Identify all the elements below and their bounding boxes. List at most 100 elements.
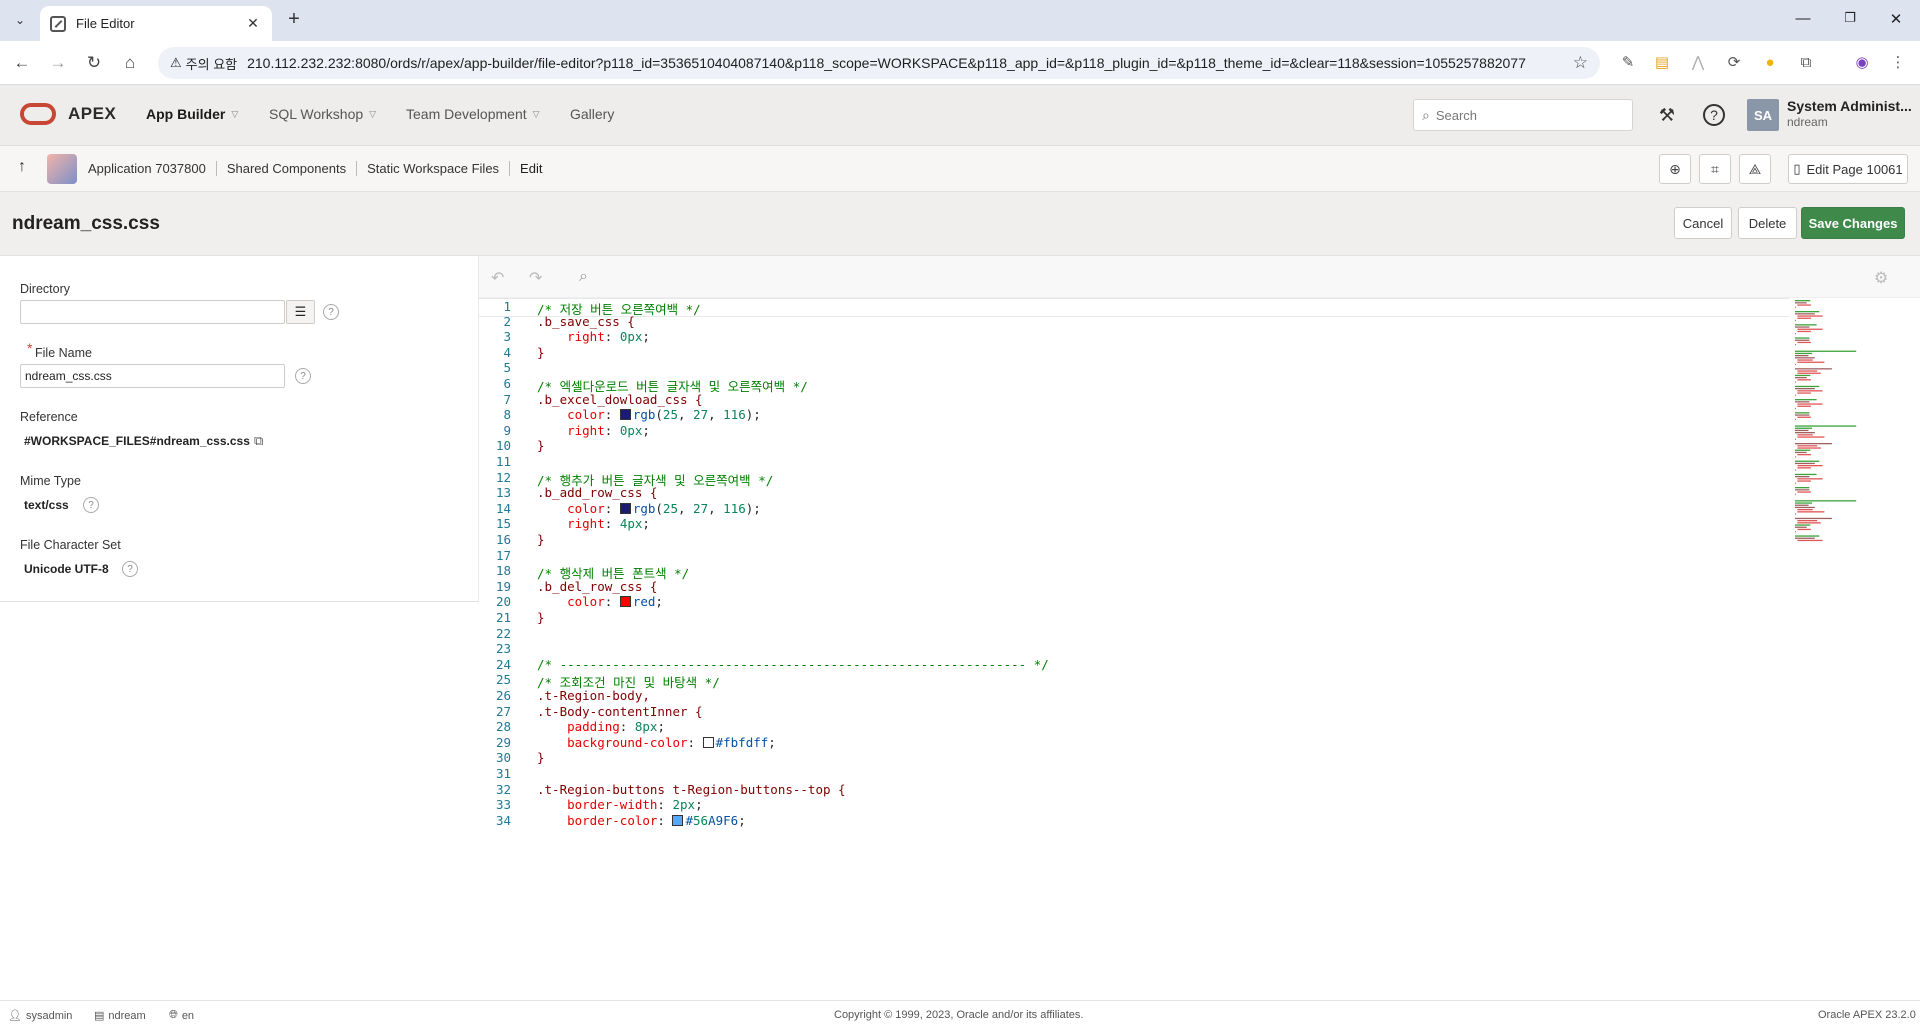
code-line[interactable]: 34 border-color: #56A9F6; [479,813,1789,832]
minimap-line [1795,489,1810,491]
browser-tab-file-editor[interactable]: File Editor ✕ [40,6,272,41]
tag-icon[interactable]: ⌗ [1699,154,1731,184]
breadcrumb-application[interactable]: Application 7037800 [88,161,216,176]
tab-search-chevron-icon[interactable]: ⌄ [8,8,32,32]
copy-icon[interactable]: ⧉ [254,433,263,449]
help-icon[interactable]: ? [295,368,311,384]
menu-gallery[interactable]: Gallery [570,106,614,122]
administration-wrench-icon[interactable]: ⚒ [1654,102,1680,128]
line-text[interactable]: .t-Body-contentInner { [537,704,703,719]
line-text[interactable]: color: red; [537,594,663,609]
close-tab-icon[interactable]: ✕ [244,15,262,32]
cancel-button[interactable]: Cancel [1674,207,1732,239]
url-text[interactable]: 210.112.232.232:8080/ords/r/apex/app-bui… [247,55,1573,71]
line-text[interactable]: .b_excel_dowload_css { [537,392,703,407]
search-box[interactable]: ⌕ [1413,99,1633,131]
user-menu[interactable]: System Administ... ndream [1787,98,1912,129]
minimap-line [1795,513,1796,515]
pen-extension-icon[interactable]: ✎ [1618,53,1638,73]
line-text[interactable]: } [537,438,545,453]
minimap-line [1795,524,1811,526]
line-text[interactable]: right: 0px; [537,329,650,344]
apex-logo-text[interactable]: APEX [68,104,116,124]
sync-extension-icon[interactable]: ⟳ [1724,53,1744,73]
menu-sql-workshop[interactable]: SQL Workshop ▽ [269,106,376,122]
avatar[interactable]: SA [1747,99,1779,131]
editor-minimap[interactable] [1793,298,1919,548]
close-window-icon[interactable]: ✕ [1886,10,1906,28]
back-arrow-icon[interactable]: ← [10,51,34,75]
tool-extension-icon[interactable]: ⋀ [1688,53,1708,73]
edit-page-button[interactable]: ▯ Edit Page 10061 [1788,154,1908,184]
line-text[interactable]: border-color: #56A9F6; [537,813,746,828]
browser-menu-icon[interactable]: ⋮ [1888,53,1908,73]
menu-label: SQL Workshop [269,106,364,122]
help-icon[interactable]: ? [83,497,99,513]
forward-arrow-icon[interactable]: → [46,51,70,75]
line-text[interactable]: } [537,345,545,360]
new-tab-plus-icon[interactable]: + [283,9,305,31]
footer-user[interactable]: 👤︎ sysadmin [8,1009,72,1023]
redo-icon[interactable]: ↷ [529,268,542,288]
delete-button[interactable]: Delete [1738,207,1797,239]
reload-icon[interactable]: ↻ [82,51,106,75]
profile-icon[interactable]: ◉ [1852,53,1872,73]
line-text[interactable]: } [537,610,545,625]
site-security-warning[interactable]: ⚠ 주의 요함 [170,54,237,73]
minimap-line [1795,438,1796,440]
line-text[interactable]: .b_del_row_css { [537,579,657,594]
minimap-line [1795,363,1796,366]
breadcrumb-shared-components[interactable]: Shared Components [215,161,356,176]
menu-label: Team Development [406,106,527,122]
line-text[interactable]: } [537,750,545,765]
help-icon[interactable]: ? [323,304,339,320]
line-text[interactable]: } [537,532,545,547]
search-icon[interactable]: ⌕ [579,268,588,286]
line-text[interactable]: right: 4px; [537,516,650,531]
coin-extension-icon[interactable]: ● [1760,53,1780,73]
footer-workspace[interactable]: ▤ ndream [94,1009,146,1023]
line-text[interactable]: right: 0px; [537,423,650,438]
bookmark-star-icon[interactable]: ☆ [1573,53,1588,73]
line-text[interactable]: padding: 8px; [537,719,665,734]
home-icon[interactable]: ⌂ [118,51,142,75]
oracle-logo-icon[interactable] [20,103,56,125]
workspace-name: ndream [1787,115,1828,129]
minimize-window-icon[interactable]: — [1793,10,1813,27]
help-icon[interactable]: ? [1703,104,1725,126]
search-input[interactable] [1435,107,1616,123]
line-text[interactable]: .b_save_css { [537,314,635,329]
create-comment-icon[interactable]: ⊕ [1659,154,1691,184]
minimap-line [1795,355,1809,357]
file-name-field[interactable]: ndream_css.css [20,364,285,388]
shared-components-icon[interactable]: ⟁ [1739,154,1771,184]
settings-gear-icon[interactable]: ⚙ [1874,268,1888,288]
minimap-line [1795,368,1832,370]
menu-team-development[interactable]: Team Development ▽ [406,106,540,122]
minimap-line [1797,370,1818,372]
up-arrow-icon[interactable]: ↑ [18,158,26,176]
breadcrumb-static-workspace-files[interactable]: Static Workspace Files [356,161,509,176]
footer-language[interactable]: 🌐︎ en [169,1009,194,1022]
line-text[interactable]: .t-Region-buttons t-Region-buttons--top … [537,782,846,797]
code-content[interactable]: 1/* 저장 버튼 오른쪽여백 */2 .b_save_css {3 right:… [479,298,1789,949]
list-picker-icon[interactable]: ☰ [286,300,315,324]
notes-extension-icon[interactable]: ▤ [1652,53,1672,73]
line-text[interactable]: .t-Region-body, [537,688,650,703]
extensions-puzzle-icon[interactable]: ⧉ [1796,53,1816,73]
line-text[interactable]: .b_add_row_css { [537,485,657,500]
undo-icon[interactable]: ↶ [491,268,504,288]
address-bar[interactable]: ⚠ 주의 요함 210.112.232.232:8080/ords/r/apex/… [158,47,1600,79]
help-icon[interactable]: ? [122,561,138,577]
code-editor[interactable]: ↶ ↷ ⌕ ⚙ 1/* 저장 버튼 오른쪽여백 */2 .b_save_css {… [479,256,1920,949]
line-text[interactable]: color: rgb(25, 27, 116); [537,407,761,422]
line-text[interactable]: border-width: 2px; [537,797,702,812]
line-text[interactable]: background-color: #fbfdff; [537,735,776,750]
save-changes-button[interactable]: Save Changes [1801,207,1905,239]
line-text[interactable]: color: rgb(25, 27, 116); [537,501,761,516]
menu-app-builder[interactable]: App Builder ▽ [146,106,238,122]
directory-field[interactable] [20,300,285,324]
restore-window-icon[interactable]: ❐ [1840,10,1860,26]
minimap-line [1797,434,1813,436]
line-text[interactable]: /* -------------------------------------… [537,657,1049,672]
